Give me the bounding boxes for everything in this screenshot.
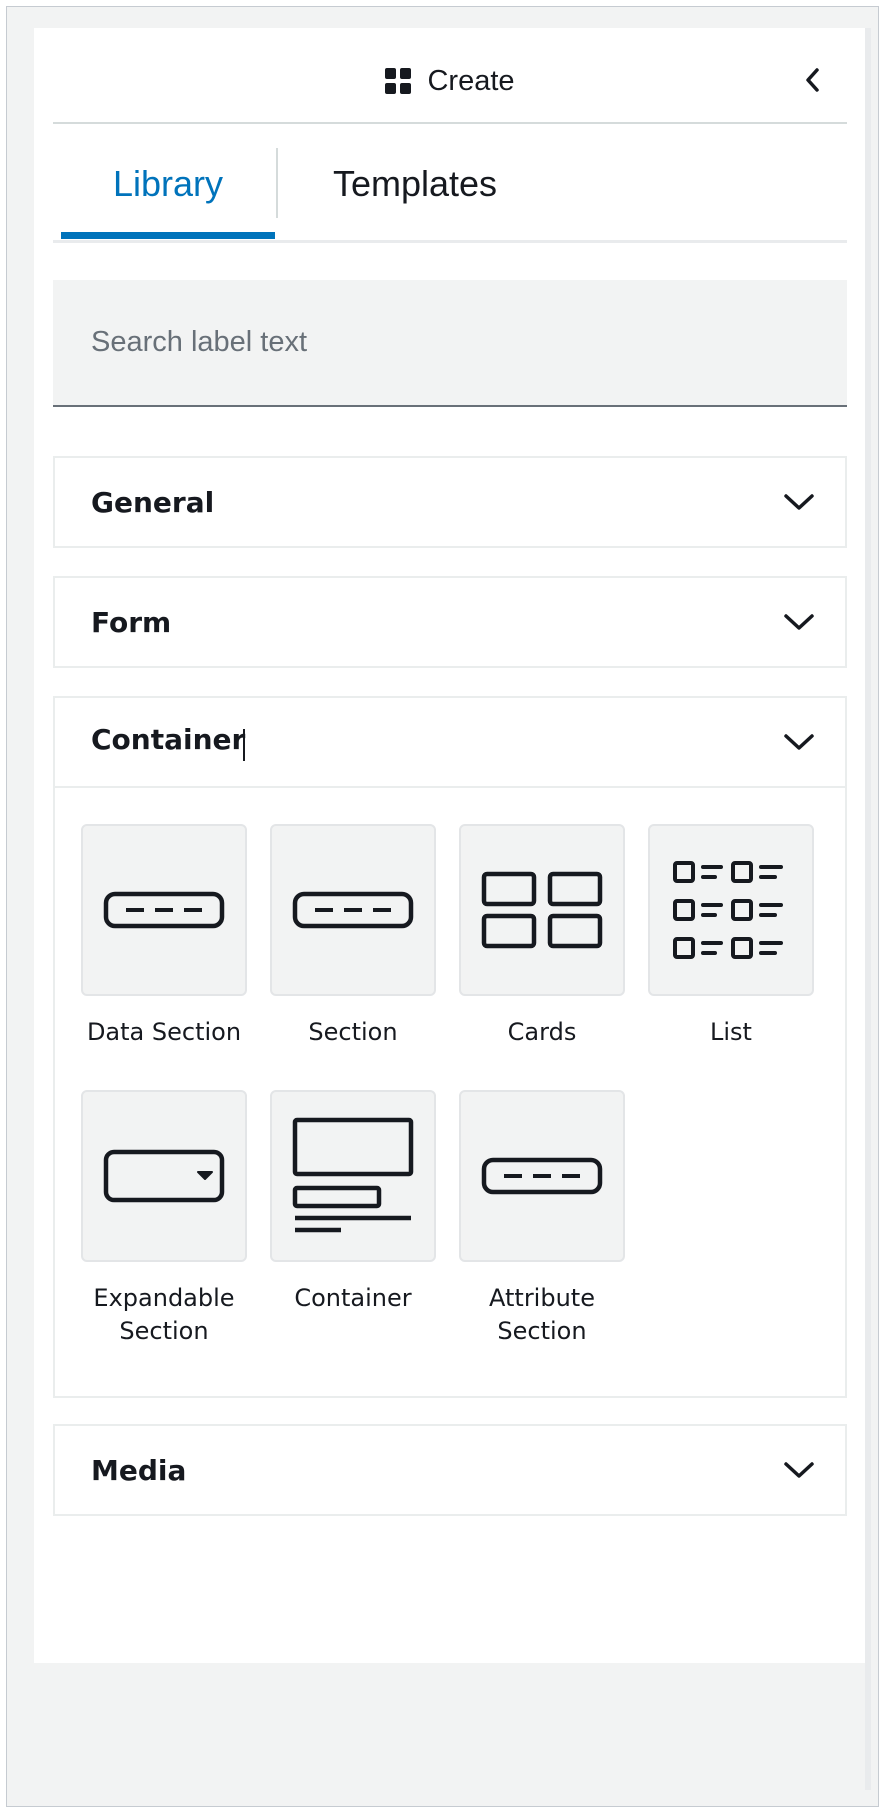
component-tile	[81, 1090, 247, 1262]
section-title: Container	[91, 723, 246, 757]
component-label: Section	[308, 1018, 398, 1046]
component-section[interactable]: Section	[263, 824, 443, 1049]
panel-footer	[34, 1663, 865, 1790]
section-form: Form	[53, 576, 847, 668]
component-label: Attribute Section	[489, 1284, 595, 1345]
chevron-down-icon	[781, 484, 817, 520]
section-general: General	[53, 456, 847, 548]
tab-bar: Library Templates	[53, 130, 847, 243]
tab-library[interactable]: Library	[61, 130, 275, 238]
search-input[interactable]	[53, 280, 847, 407]
component-label: List	[710, 1018, 752, 1046]
text-cursor	[243, 728, 246, 761]
component-list[interactable]: List	[641, 824, 821, 1049]
section-title-wrap: Container	[91, 723, 246, 761]
panel-edge	[865, 28, 871, 1790]
data-section-icon	[103, 891, 225, 929]
section-icon	[292, 891, 414, 929]
section-media-header[interactable]: Media	[55, 1426, 845, 1514]
section-form-header[interactable]: Form	[55, 578, 845, 666]
section-title: General	[91, 485, 215, 519]
chevron-down-icon	[781, 724, 817, 760]
component-tile	[459, 1090, 625, 1262]
component-attribute-section[interactable]: Attribute Section	[452, 1090, 632, 1348]
component-tile	[81, 824, 247, 996]
component-label: Expandable Section	[93, 1284, 235, 1345]
component-label: Cards	[507, 1018, 577, 1046]
component-container[interactable]: Container	[263, 1090, 443, 1315]
attribute-section-icon	[481, 1157, 603, 1195]
component-tile	[648, 824, 814, 996]
component-tile	[270, 1090, 436, 1262]
section-title: Form	[91, 605, 172, 639]
tab-templates[interactable]: Templates	[285, 130, 545, 238]
list-icon	[673, 861, 783, 959]
header-title-group: Create	[385, 64, 515, 98]
cards-icon	[481, 871, 603, 949]
component-tile	[459, 824, 625, 996]
section-general-header[interactable]: General	[55, 458, 845, 546]
active-tab-indicator	[61, 232, 275, 239]
chevron-down-icon	[781, 1452, 817, 1488]
chevron-left-icon	[806, 68, 819, 92]
container-items-grid: Data Section Section Cards List Expandab…	[55, 786, 845, 1396]
component-label: Container	[294, 1284, 412, 1312]
section-container-header[interactable]: Container	[55, 698, 845, 786]
component-expandable-section[interactable]: Expandable Section	[74, 1090, 254, 1348]
section-container: Container Data Section Section Cards Lis…	[53, 696, 847, 1398]
panel-title: Create	[427, 64, 515, 97]
panel-header: Create	[53, 40, 847, 124]
grid-icon	[385, 68, 412, 94]
tab-divider	[276, 148, 278, 218]
component-data-section[interactable]: Data Section	[74, 824, 254, 1049]
section-title: Media	[91, 1453, 187, 1487]
expandable-section-icon	[103, 1149, 225, 1203]
collapse-panel-button[interactable]	[793, 60, 833, 100]
container-icon	[292, 1117, 414, 1233]
component-tile	[270, 824, 436, 996]
component-label: Data Section	[86, 1018, 242, 1046]
component-cards[interactable]: Cards	[452, 824, 632, 1049]
chevron-down-icon	[781, 604, 817, 640]
section-media: Media	[53, 1424, 847, 1516]
